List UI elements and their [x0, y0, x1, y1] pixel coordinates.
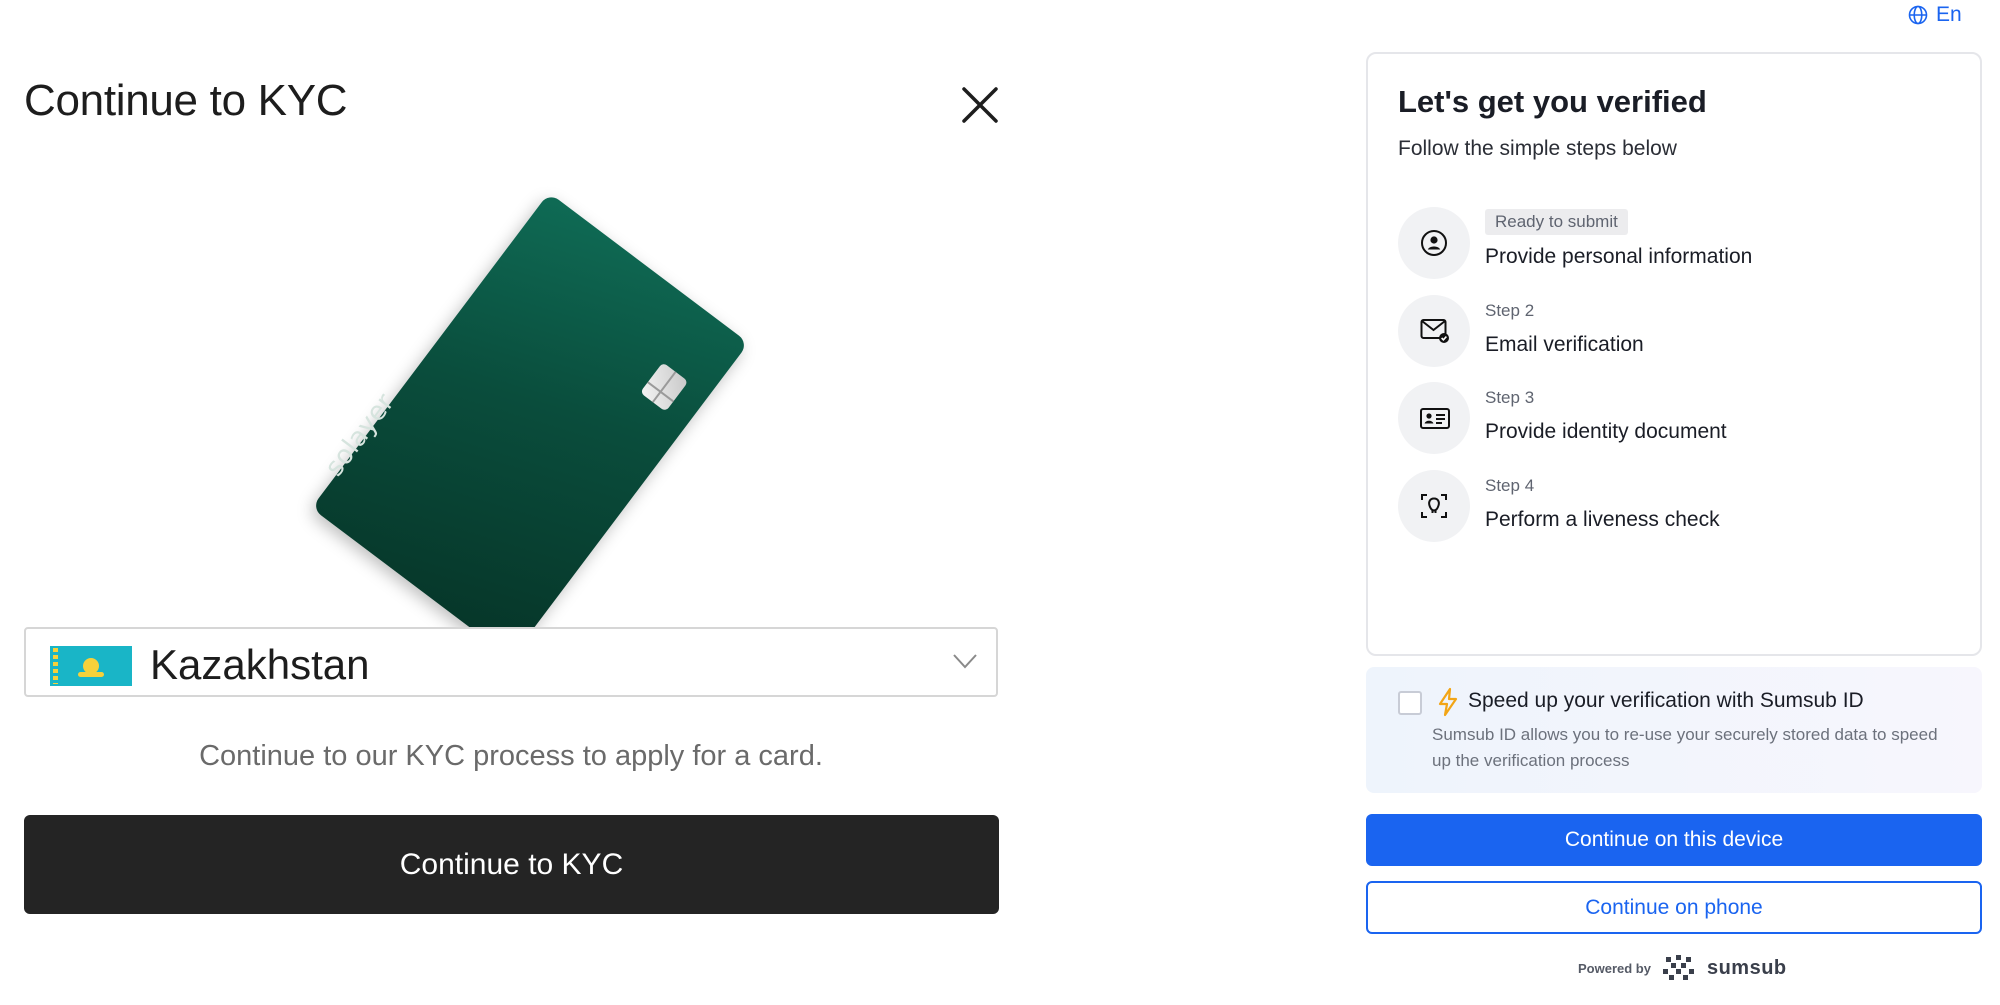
step-number: Step 3	[1485, 388, 1535, 407]
verification-subtitle: Follow the simple steps below	[1398, 137, 1677, 160]
card-image: solayer	[300, 165, 749, 659]
language-label: En	[1936, 3, 1962, 26]
step-label: Email verification	[1485, 333, 1644, 356]
user-circle-icon	[1421, 230, 1447, 256]
step-number: Step 4	[1485, 476, 1535, 495]
step-label: Provide identity document	[1485, 420, 1727, 443]
sumsub-logo-icon	[1662, 955, 1694, 980]
kyc-description: Continue to our KYC process to apply for…	[199, 740, 823, 772]
continue-on-phone-button[interactable]: Continue on phone	[1366, 881, 1982, 934]
continue-to-kyc-button[interactable]: Continue to KYC	[24, 815, 999, 914]
sumsub-brand: sumsub	[1706, 956, 1787, 979]
country-select-value: Kazakhstan	[150, 641, 370, 688]
step-icon-wrap	[1398, 207, 1470, 279]
step-email: Step 2 Email verification	[1398, 295, 1958, 371]
mail-check-icon	[1420, 319, 1449, 343]
card-brand-logo: solayer	[319, 388, 401, 483]
kazakhstan-flag-icon	[50, 646, 132, 686]
chevron-down-icon	[953, 654, 977, 669]
continue-on-device-button[interactable]: Continue on this device	[1366, 814, 1982, 866]
country-select[interactable]: Kazakhstan	[24, 627, 998, 697]
step-identity-document: Step 3 Provide identity document	[1398, 382, 1958, 458]
kyc-modal: Continue to KYC solayer Kazakhstan Conti…	[0, 0, 1010, 1005]
sumsub-id-title: Speed up your verification with Sumsub I…	[1468, 689, 1864, 712]
sumsub-id-checkbox[interactable]	[1398, 691, 1422, 715]
close-icon	[962, 87, 998, 123]
close-button[interactable]	[955, 80, 1005, 130]
id-card-icon	[1420, 408, 1450, 429]
sumsub-id-description: Sumsub ID allows you to re-use your secu…	[1432, 725, 1938, 770]
step-personal-info: Ready to submit Provide personal informa…	[1398, 207, 1958, 283]
face-scan-icon	[1421, 494, 1447, 518]
step-status-badge: Ready to submit	[1485, 209, 1628, 235]
verification-title: Let's get you verified	[1398, 84, 1707, 119]
card-illustration: solayer	[311, 192, 749, 659]
step-liveness: Step 4 Perform a liveness check	[1398, 470, 1958, 546]
verification-panel: Let's get you verified Follow the simple…	[1366, 52, 1982, 656]
sumsub-id-promo: Speed up your verification with Sumsub I…	[1366, 667, 1982, 793]
powered-by-label: Powered by	[1578, 960, 1651, 976]
step-label: Provide personal information	[1485, 245, 1753, 268]
step-icon-wrap	[1398, 470, 1470, 542]
modal-title: Continue to KYC	[24, 76, 348, 125]
step-icon-wrap	[1398, 295, 1470, 367]
language-selector[interactable]: En	[1908, 3, 1962, 27]
step-number: Step 2	[1485, 301, 1535, 320]
step-icon-wrap	[1398, 382, 1470, 454]
globe-icon	[1908, 5, 1928, 25]
step-label: Perform a liveness check	[1485, 508, 1720, 531]
chip-icon	[639, 362, 689, 412]
powered-by-footer: Powered by sumsub	[1578, 955, 1787, 981]
lightning-icon	[1438, 687, 1458, 717]
